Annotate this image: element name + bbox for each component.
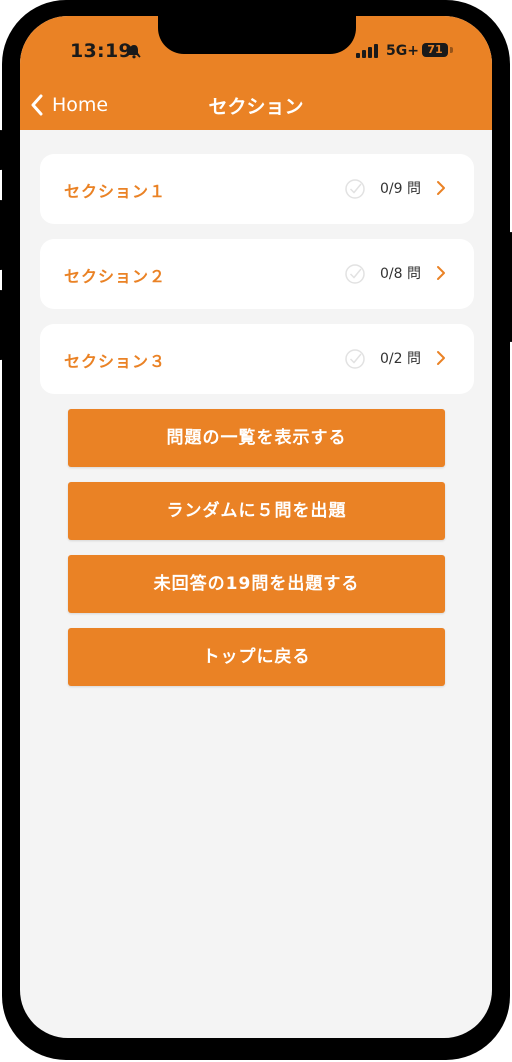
volume-up-button: [0, 200, 4, 270]
chevron-right-icon: [437, 266, 445, 280]
show-question-list-button[interactable]: 問題の一覧を表示する: [68, 409, 445, 467]
app-header: 13:19 5G+ 71 Home セクション: [20, 16, 492, 130]
unanswered-questions-button[interactable]: 未回答の19問を出題する: [68, 555, 445, 613]
screen: 13:19 5G+ 71 Home セクション セクション１ 0/9 問 セクシ…: [20, 16, 492, 1038]
bell-muted-icon: [127, 44, 141, 59]
battery-icon: 71: [422, 43, 448, 57]
silent-switch: [0, 130, 4, 170]
section-progress: 0/9 問: [380, 181, 421, 197]
section-row-2[interactable]: セクション２ 0/8 問: [40, 239, 474, 309]
network-type: 5G+: [386, 43, 419, 59]
section-name: セクション２: [64, 267, 167, 286]
section-row-1[interactable]: セクション１ 0/9 問: [40, 154, 474, 224]
power-button: [508, 232, 512, 342]
page-title: セクション: [208, 96, 304, 118]
section-progress: 0/2 問: [380, 351, 421, 367]
back-to-top-button[interactable]: トップに戻る: [68, 628, 445, 686]
section-name: セクション３: [64, 352, 167, 371]
section-progress: 0/8 問: [380, 266, 421, 282]
volume-down-button: [0, 290, 4, 360]
check-circle-icon: [345, 179, 365, 199]
status-time: 13:19: [70, 40, 132, 62]
check-circle-icon: [345, 264, 365, 284]
chevron-right-icon: [437, 351, 445, 365]
camera-notch: [158, 16, 356, 54]
check-circle-icon: [345, 349, 365, 369]
random-five-questions-button[interactable]: ランダムに５問を出題: [68, 482, 445, 540]
battery-tip: [450, 47, 453, 53]
cellular-signal-icon: [356, 44, 378, 58]
section-row-3[interactable]: セクション３ 0/2 問: [40, 324, 474, 394]
phone-frame: 13:19 5G+ 71 Home セクション セクション１ 0/9 問 セクシ…: [0, 0, 512, 1060]
section-name: セクション１: [64, 182, 167, 201]
chevron-right-icon: [437, 181, 445, 195]
